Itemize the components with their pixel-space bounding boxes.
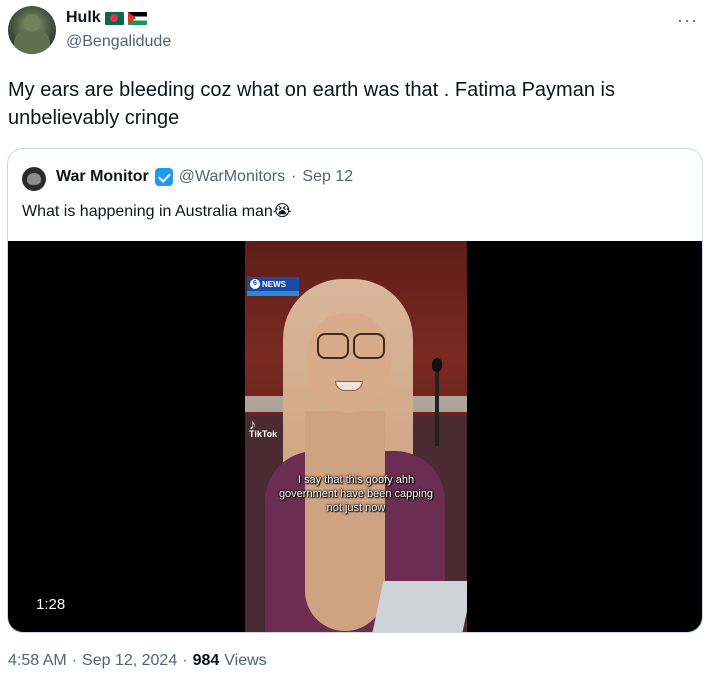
video-player[interactable]: 6 NEWS ♪ TikTok I say that this goofy ah…: [8, 241, 702, 632]
author-avatar[interactable]: [8, 6, 56, 54]
author-handle[interactable]: @Bengalidude: [66, 33, 171, 51]
author-name-row[interactable]: Hulk: [66, 9, 147, 27]
quoted-tweet[interactable]: War Monitor @WarMonitors · Sep 12 What i…: [7, 148, 703, 633]
news-logo: 6 NEWS: [247, 277, 299, 299]
views-count: 984: [192, 652, 220, 669]
tweet-date[interactable]: Sep 12, 2024: [82, 652, 177, 670]
quoted-tweet-text: What is happening in Australia man😭: [22, 203, 292, 220]
tweet-text: My ears are bleeding coz what on earth w…: [8, 79, 615, 129]
tweet-meta: 4:58 AM · Sep 12, 2024 · 984 Views: [8, 652, 267, 670]
quoted-tweet-date[interactable]: Sep 12: [302, 168, 353, 186]
separator-dot: ·: [71, 652, 78, 669]
quoted-tweet-header: War Monitor @WarMonitors · Sep 12: [56, 168, 353, 186]
separator-dot: ·: [182, 652, 188, 669]
author-name[interactable]: Hulk: [66, 9, 101, 27]
verified-badge-icon: [154, 168, 173, 186]
video-caption: I say that this goofy ahh government hav…: [278, 474, 434, 514]
tiktok-label: TikTok: [249, 429, 278, 439]
news-six-icon: 6: [250, 279, 260, 289]
bangladesh-flag-icon: [104, 11, 124, 25]
news-logo-text: NEWS: [262, 279, 286, 289]
laptop: [370, 581, 467, 632]
views-label: Views: [224, 652, 267, 669]
quoted-author-avatar[interactable]: [22, 167, 46, 191]
tiktok-icon: ♪: [249, 416, 256, 432]
video-duration: 1:28: [32, 595, 70, 614]
person-face: [307, 313, 391, 413]
video-frame: 6 NEWS ♪ TikTok I say that this goofy ah…: [245, 241, 467, 632]
more-options-icon[interactable]: ···: [677, 10, 698, 31]
person-scarf-front: [305, 411, 385, 631]
tweet-time[interactable]: 4:58 AM: [8, 652, 67, 670]
separator-dot: ·: [291, 168, 297, 185]
quoted-author-handle[interactable]: @WarMonitors: [179, 168, 285, 186]
quoted-author-name[interactable]: War Monitor: [56, 168, 149, 186]
tweet[interactable]: Hulk @Bengalidude ··· My ears are bleedi…: [0, 0, 710, 683]
tiktok-watermark: ♪ TikTok: [249, 416, 278, 439]
person-glasses: [315, 333, 387, 359]
palestine-flag-icon: [127, 11, 147, 25]
avatar-figure-head: [24, 14, 40, 32]
microphone: [432, 358, 442, 446]
